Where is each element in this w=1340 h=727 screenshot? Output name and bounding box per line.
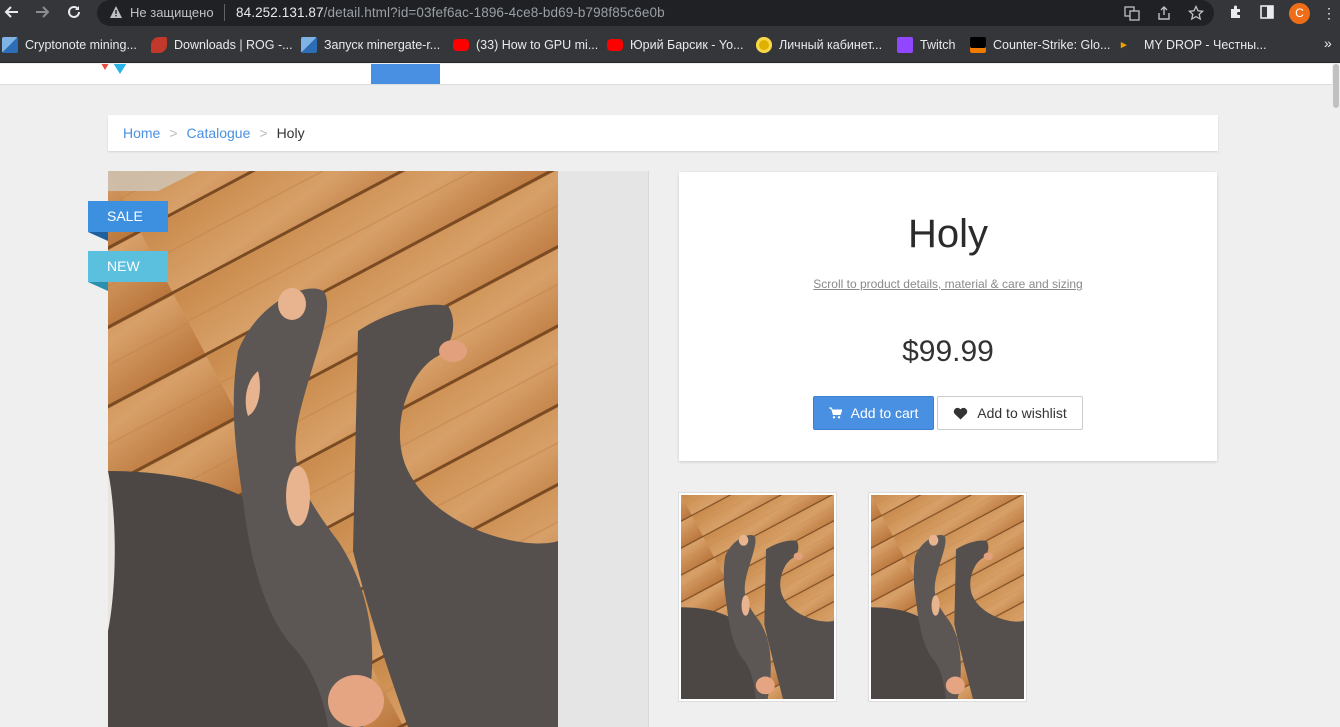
nav-active-item[interactable] xyxy=(371,64,440,84)
product-main-image[interactable] xyxy=(108,171,558,727)
browser-toolbar: Не защищено 84.252.131.87/detail.html?id… xyxy=(0,0,1340,27)
mydrop-icon: ▸ xyxy=(1121,39,1127,51)
add-to-cart-label: Add to cart xyxy=(850,405,919,421)
bookmark-item[interactable]: Личный кабинет... xyxy=(756,36,882,54)
bookmark-item[interactable]: Twitch xyxy=(897,36,955,54)
bookmark-label: Twitch xyxy=(920,38,956,52)
bookmark-item[interactable]: Counter-Strike: Glo... xyxy=(970,36,1110,54)
breadcrumb-home[interactable]: Home xyxy=(123,125,160,141)
rog-icon xyxy=(151,37,167,53)
mountain-icon xyxy=(2,37,18,53)
more-bookmarks-icon[interactable]: » xyxy=(1324,35,1332,51)
new-badge: NEW xyxy=(88,251,168,291)
add-to-cart-button[interactable]: Add to cart xyxy=(813,396,934,430)
share-icon[interactable] xyxy=(1156,5,1172,21)
sale-badge: SALE xyxy=(88,201,168,241)
add-to-wishlist-label: Add to wishlist xyxy=(977,405,1067,421)
site-header xyxy=(0,64,1340,85)
forward-icon[interactable] xyxy=(32,3,52,23)
back-icon[interactable] xyxy=(2,3,22,23)
add-to-wishlist-button[interactable]: Add to wishlist xyxy=(937,396,1083,430)
bookmark-item[interactable]: ▸ MY DROP - Честны... xyxy=(1121,36,1267,54)
bookmark-item[interactable]: Юрий Барсик - Yo... xyxy=(607,36,744,54)
bookmark-item[interactable]: Cryptonote mining... xyxy=(2,36,137,54)
bookmark-item[interactable]: Downloads | ROG -... xyxy=(151,36,293,54)
breadcrumb: Home > Catalogue > Holy xyxy=(108,115,1218,151)
bookmark-item[interactable]: (33) How to GPU mi... xyxy=(453,36,598,54)
youtube-icon xyxy=(453,39,469,51)
cart-icon xyxy=(828,407,842,419)
warning-icon[interactable] xyxy=(109,5,123,19)
extensions-icon[interactable] xyxy=(1227,4,1245,22)
profile-avatar[interactable]: C xyxy=(1289,3,1310,24)
breadcrumb-separator: > xyxy=(259,125,268,141)
breadcrumb-catalogue[interactable]: Catalogue xyxy=(187,125,251,141)
scroll-to-details-link[interactable]: Scroll to product details, material & ca… xyxy=(679,277,1217,291)
url-path: /detail.html?id=03fef6ac-1896-4ce8-bd69-… xyxy=(323,5,665,20)
bookmark-label: Counter-Strike: Glo... xyxy=(993,38,1111,52)
url-host: 84.252.131.87 xyxy=(236,5,324,20)
page-scrollbar[interactable] xyxy=(1332,64,1340,727)
product-thumbnail[interactable] xyxy=(678,492,837,702)
insecure-label[interactable]: Не защищено xyxy=(130,5,214,20)
side-panel-icon[interactable] xyxy=(1258,4,1276,22)
reload-icon[interactable] xyxy=(64,3,84,23)
bookmark-label: (33) How to GPU mi... xyxy=(476,38,599,52)
product-thumbnail[interactable] xyxy=(868,492,1027,702)
translate-icon[interactable] xyxy=(1124,5,1140,21)
site-logo[interactable] xyxy=(98,64,130,74)
counter-strike-icon xyxy=(970,37,986,53)
breadcrumb-separator: > xyxy=(169,125,178,141)
breadcrumb-current: Holy xyxy=(276,125,305,141)
bookmark-label: Запуск minergate-r... xyxy=(324,38,441,52)
mountain-icon xyxy=(301,37,317,53)
scrollbar-thumb[interactable] xyxy=(1333,64,1339,108)
url-divider xyxy=(224,4,225,21)
heart-icon xyxy=(954,407,968,419)
coin-icon xyxy=(756,37,772,53)
product-info-card: Holy Scroll to product details, material… xyxy=(679,172,1217,461)
browser-menu-icon[interactable]: ⋮ xyxy=(1322,4,1336,22)
url-text[interactable]: 84.252.131.87/detail.html?id=03fef6ac-18… xyxy=(236,5,665,20)
bookmark-label: Юрий Барсик - Yo... xyxy=(630,38,744,52)
bookmark-label: Cryptonote mining... xyxy=(25,38,137,52)
bookmarks-bar: Cryptonote mining... Downloads | ROG -..… xyxy=(0,27,1340,63)
bookmark-label: Downloads | ROG -... xyxy=(174,38,293,52)
bookmark-star-icon[interactable] xyxy=(1187,4,1205,21)
bookmark-label: Личный кабинет... xyxy=(779,38,883,52)
bookmark-label: MY DROP - Честны... xyxy=(1144,38,1267,52)
site-logo-wordmark xyxy=(236,64,316,70)
youtube-icon xyxy=(607,39,623,51)
bookmark-item[interactable]: Запуск minergate-r... xyxy=(301,36,440,54)
product-title: Holy xyxy=(907,212,989,256)
address-bar[interactable]: Не защищено 84.252.131.87/detail.html?id… xyxy=(97,0,1214,26)
twitch-icon xyxy=(897,37,913,53)
product-price: $99.99 xyxy=(902,335,994,368)
